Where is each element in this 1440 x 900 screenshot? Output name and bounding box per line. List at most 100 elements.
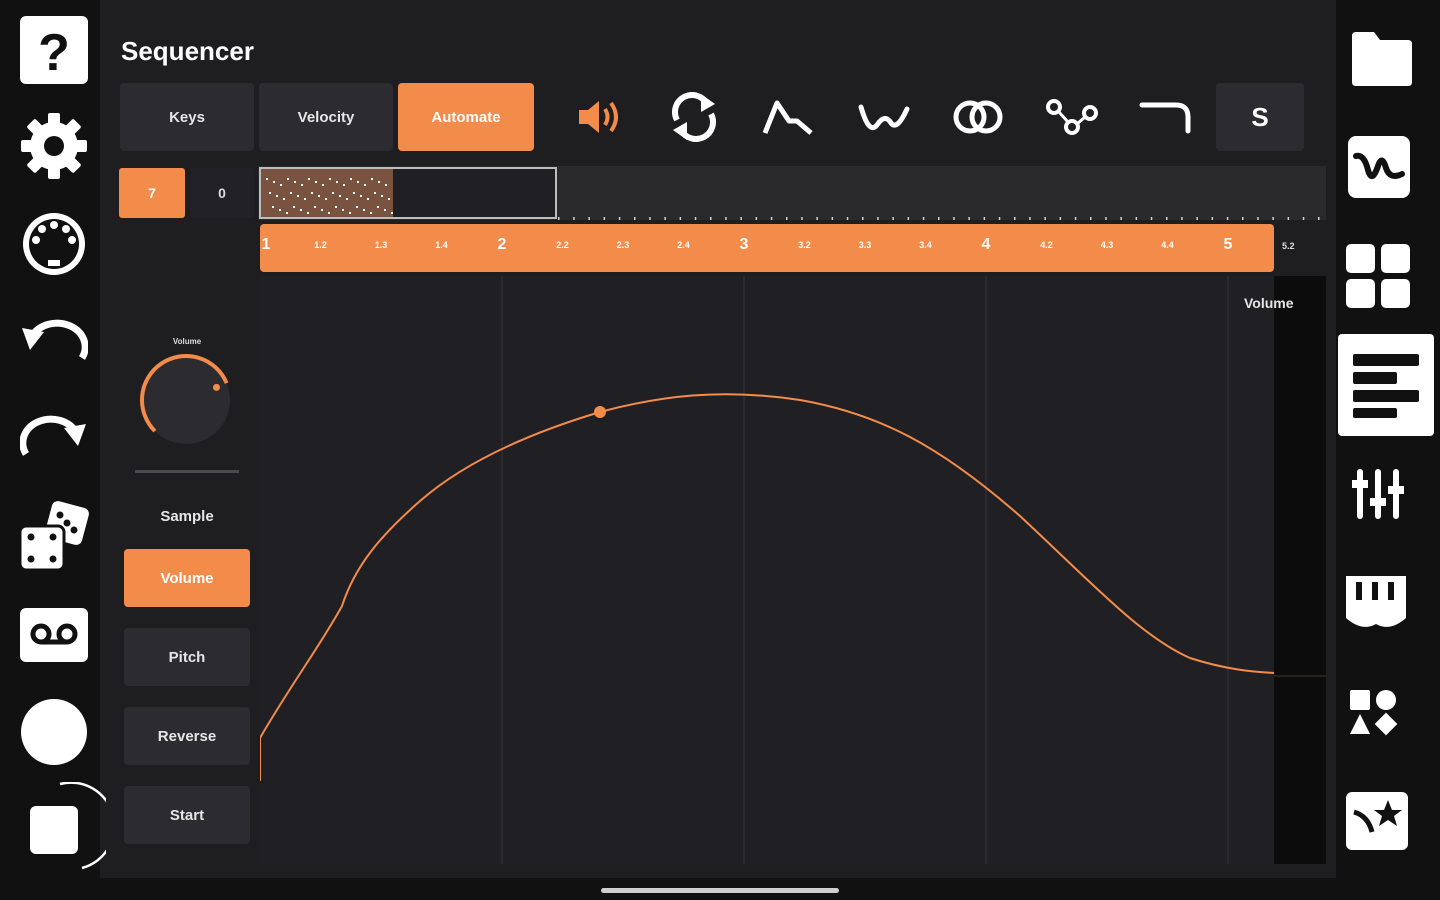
- overview-tick: [1014, 217, 1016, 220]
- overview-tick: [1181, 217, 1183, 220]
- overview-tick: [846, 217, 849, 220]
- overview-note: [349, 212, 351, 214]
- undo-icon[interactable]: [20, 318, 88, 368]
- overview-tick: [740, 217, 742, 220]
- tab-automate[interactable]: Automate: [398, 83, 534, 151]
- param-volume-button[interactable]: Volume: [124, 549, 250, 607]
- ruler-tick-label: 1: [261, 236, 271, 253]
- volume-knob[interactable]: [136, 350, 236, 450]
- overview-note: [388, 198, 390, 200]
- overview-note: [385, 184, 387, 186]
- overview-note: [381, 195, 383, 197]
- loop-icon[interactable]: [664, 88, 724, 146]
- ruler-tick-label: 4: [981, 236, 991, 253]
- help-icon[interactable]: ?: [20, 16, 88, 84]
- overview-note: [336, 181, 338, 183]
- overview-note: [297, 195, 299, 197]
- overview-tick: [816, 217, 818, 220]
- overview-tick: [938, 217, 940, 220]
- overview-note: [314, 206, 316, 208]
- param-reverse-button[interactable]: Reverse: [124, 707, 250, 765]
- overview-note: [360, 195, 362, 197]
- overview-note: [335, 206, 337, 208]
- ruler-tick-label: 3.2: [798, 240, 811, 250]
- left-toolbar: ?: [0, 0, 106, 900]
- effects-icon[interactable]: [1344, 788, 1410, 854]
- folder-icon[interactable]: [1350, 28, 1414, 90]
- overview-tick: [968, 217, 970, 220]
- overview-note: [353, 192, 355, 194]
- pattern-overview[interactable]: [258, 166, 1326, 220]
- timeline-ruler[interactable]: 1 1.2 1.3 1.4 2 2.2 2.3 2.4 3 3.2 3.3 3.4 4 4.2 4.3 4.4…: [260, 224, 1274, 272]
- overview-note: [287, 178, 289, 180]
- home-indicator[interactable]: [601, 888, 839, 893]
- mixer-icon[interactable]: [1352, 468, 1404, 520]
- settings-icon[interactable]: [20, 112, 88, 180]
- automation-lane[interactable]: [260, 276, 1274, 864]
- record-icon[interactable]: [20, 698, 88, 766]
- ruler-tick-label: 1.3: [374, 240, 388, 250]
- overview-note: [329, 178, 331, 180]
- overview-note: [308, 178, 310, 180]
- speaker-icon[interactable]: [570, 88, 630, 146]
- waveform-icon[interactable]: [1346, 134, 1412, 200]
- keyboard-icon[interactable]: [1344, 572, 1408, 634]
- overview-tick: [1211, 217, 1214, 220]
- automation-node[interactable]: [594, 406, 606, 418]
- overview-tick: [877, 217, 879, 220]
- pattern-index-button[interactable]: 7: [119, 168, 185, 218]
- param-start-button[interactable]: Start: [124, 786, 250, 844]
- stop-icon[interactable]: [20, 782, 106, 872]
- overview-tick: [649, 217, 651, 220]
- ramp-icon[interactable]: [1136, 88, 1196, 146]
- smooth-curve-icon[interactable]: [854, 88, 914, 146]
- attack-decay-icon[interactable]: [758, 88, 818, 146]
- overview-note: [342, 209, 344, 211]
- tape-icon[interactable]: [20, 608, 88, 662]
- ruler-tick-label: 1.2: [314, 240, 327, 250]
- solo-button[interactable]: S: [1216, 83, 1304, 151]
- overview-tick: [1044, 217, 1046, 220]
- redo-icon[interactable]: [20, 414, 88, 464]
- shapes-icon[interactable]: [1348, 688, 1398, 736]
- param-pitch-button[interactable]: Pitch: [124, 628, 250, 686]
- overview-tick: [892, 217, 894, 220]
- overview-tick: [1059, 217, 1062, 220]
- piano-roll-icon[interactable]: [1338, 334, 1434, 436]
- tab-keys[interactable]: Keys: [120, 83, 254, 151]
- overview-tick: [1196, 217, 1198, 220]
- overview-note: [311, 192, 313, 194]
- overview-tick: [1287, 217, 1290, 220]
- overview-tick: [603, 217, 606, 220]
- overview-note: [304, 198, 306, 200]
- overview-note: [318, 195, 320, 197]
- overview-note: [370, 212, 372, 214]
- overview-note: [307, 212, 309, 214]
- ruler-tick-label: 4.3: [1100, 240, 1114, 250]
- dice-icon[interactable]: [18, 500, 90, 574]
- pattern-offset-button[interactable]: 0: [190, 168, 254, 218]
- overview-tick: [1257, 217, 1259, 220]
- grid-icon[interactable]: [1346, 244, 1410, 308]
- nodes-icon[interactable]: [1042, 88, 1102, 146]
- overview-note: [293, 206, 295, 208]
- midi-icon[interactable]: [20, 210, 88, 278]
- overview-note: [343, 184, 345, 186]
- overview-tick: [1166, 217, 1168, 220]
- overview-note: [290, 192, 292, 194]
- divider: [135, 470, 239, 473]
- overview-tick: [1120, 217, 1122, 220]
- overview-note: [367, 198, 369, 200]
- knob-label: Volume: [172, 337, 202, 346]
- ruler-tick-label: 4.2: [1040, 240, 1053, 250]
- overview-tick: [710, 217, 712, 220]
- overview-note: [377, 206, 379, 208]
- overlap-icon[interactable]: [948, 88, 1008, 146]
- overview-tick: [1090, 217, 1092, 220]
- overview-tick: [618, 217, 621, 220]
- automation-curve[interactable]: [260, 393, 1274, 781]
- overview-note: [371, 178, 373, 180]
- ruler-tick-label: 2.2: [556, 240, 569, 250]
- overview-tick: [679, 217, 682, 220]
- tab-velocity[interactable]: Velocity: [259, 83, 393, 151]
